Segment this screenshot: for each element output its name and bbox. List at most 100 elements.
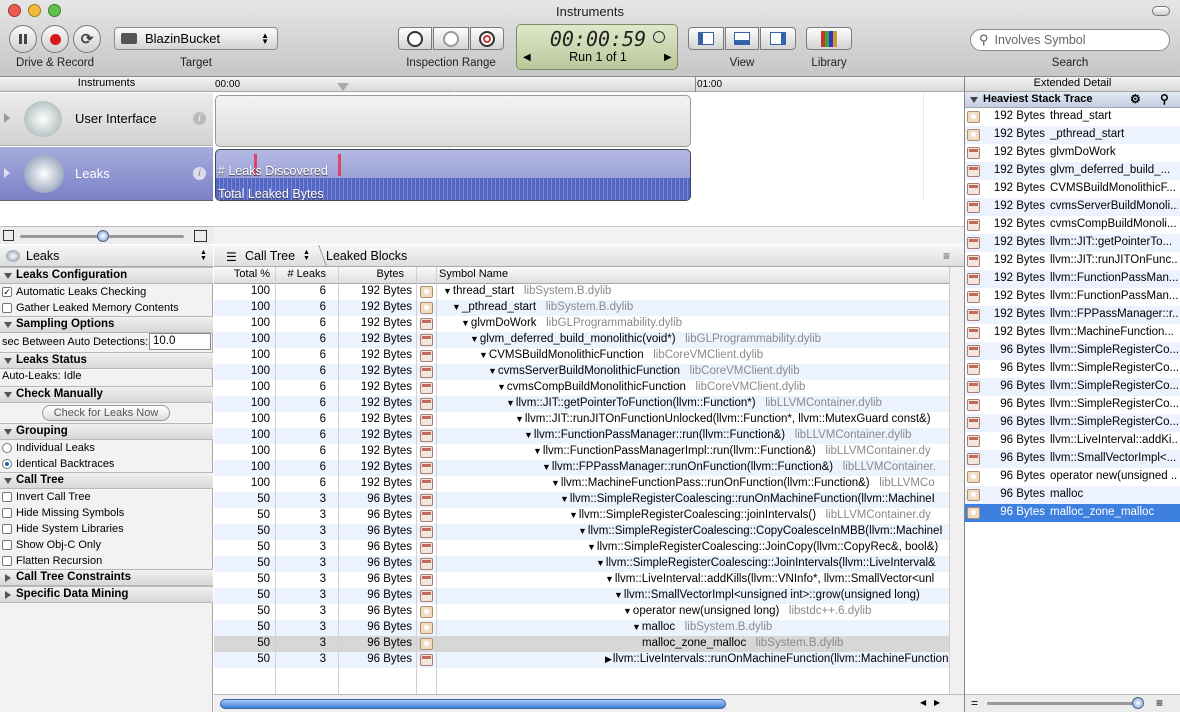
toolbar-toggle-button[interactable] [1152, 6, 1170, 16]
table-row[interactable]: 100 6 192 Bytes ▼glvmDoWork libGLProgrammab… [214, 316, 949, 332]
disclosure-arrow-icon[interactable]: ▼ [452, 302, 461, 312]
stack-frame-row[interactable]: 192 Bytes cvmsCompBuildMonoli... [965, 216, 1180, 234]
library-button[interactable] [806, 27, 852, 50]
table-row[interactable]: 100 6 192 Bytes ▼llvm::JIT::getPointerToFun… [214, 396, 949, 412]
inspection-clear-button[interactable] [433, 27, 469, 50]
section-leaks-configuration[interactable]: Leaks Configuration [0, 267, 213, 284]
table-row[interactable]: 50 3 96 Bytes ▼operator new(unsigned long) … [214, 604, 949, 620]
table-row[interactable]: 50 3 96 Bytes ▼llvm::SmallVectorImpl<unsign… [214, 588, 949, 604]
disclosure-arrow-icon[interactable]: ▼ [551, 478, 560, 488]
loop-button[interactable]: ⟳ [73, 25, 101, 53]
stack-frame-row[interactable]: 96 Bytes llvm::SimpleRegisterCo... [965, 342, 1180, 360]
section-call-tree[interactable]: Call Tree [0, 472, 213, 489]
table-row[interactable]: 50 3 96 Bytes ▼llvm::LiveInterval::addKills… [214, 572, 949, 588]
target-select[interactable]: BlazinBucket ▲ ▼ [114, 27, 278, 50]
disclosure-arrow-icon[interactable]: ▼ [569, 510, 578, 520]
checkbox[interactable] [2, 303, 12, 313]
stack-frame-row[interactable]: 96 Bytes operator new(unsigned ... [965, 468, 1180, 486]
checkbox[interactable] [2, 508, 12, 518]
stack-frame-row[interactable]: 192 Bytes llvm::FunctionPassMan... [965, 270, 1180, 288]
info-icon[interactable]: i [193, 167, 206, 180]
stack-frame-row[interactable]: 192 Bytes llvm::JIT::getPointerTo... [965, 234, 1180, 252]
table-row[interactable]: 50 3 96 Bytes ▼llvm::SimpleRegisterCoalesci… [214, 508, 949, 524]
disclosure-arrow-icon[interactable]: ▼ [596, 558, 605, 568]
slider-knob[interactable] [97, 230, 109, 242]
stack-frame-row[interactable]: 96 Bytes llvm::SimpleRegisterCo... [965, 360, 1180, 378]
disclosure-arrow-icon[interactable]: ▼ [560, 494, 569, 504]
table-row[interactable]: 50 3 96 Bytes malloc_zone_malloc libSystem.… [214, 636, 949, 652]
large-track-icon[interactable] [194, 230, 207, 242]
disclosure-arrow-icon[interactable]: ▼ [578, 526, 587, 536]
stack-frame-row[interactable]: 96 Bytes llvm::SmallVectorImpl<... [965, 450, 1180, 468]
disclosure-arrow-icon[interactable]: ▼ [515, 414, 524, 424]
scroll-thumb[interactable] [220, 699, 726, 709]
option-gather-contents[interactable]: Gather Leaked Memory Contents [2, 300, 213, 316]
instrument-row-user-interface[interactable]: User Interface i [0, 93, 213, 146]
scroll-right-icon[interactable]: ▶ [934, 698, 940, 707]
scroll-left-icon[interactable]: ◀ [920, 698, 926, 707]
disclosure-icon[interactable] [4, 113, 10, 123]
lines-icon[interactable]: = [971, 696, 978, 710]
menu-lines-icon[interactable]: ≡ [943, 249, 950, 263]
track-leaks[interactable]: # Leaks Discovered Total Leaked Bytes [215, 149, 691, 201]
stack-frame-row[interactable]: 96 Bytes llvm::SimpleRegisterCo... [965, 378, 1180, 396]
stack-frame-row[interactable]: 192 Bytes glvm_deferred_build_... [965, 162, 1180, 180]
disclosure-arrow-icon[interactable]: ▼ [470, 334, 479, 344]
table-row[interactable]: 100 6 192 Bytes ▼llvm::FPPassManager::runOn… [214, 460, 949, 476]
option-hide-missing-symbols[interactable]: Hide Missing Symbols [2, 505, 213, 521]
disclosure-arrow-icon[interactable]: ▼ [632, 622, 641, 632]
checkbox[interactable] [2, 524, 12, 534]
stack-frame-row[interactable]: 96 Bytes llvm::SimpleRegisterCo... [965, 414, 1180, 432]
disclosure-arrow-icon[interactable]: ▶ [605, 654, 612, 664]
disclosure-icon[interactable] [970, 97, 978, 103]
playhead-icon[interactable] [337, 83, 349, 91]
disclosure-arrow-icon[interactable]: ▼ [605, 574, 614, 584]
disclosure-arrow-icon[interactable]: ▼ [461, 318, 470, 328]
disclosure-arrow-icon[interactable]: ▼ [524, 430, 533, 440]
disclosure-arrow-icon[interactable]: ▼ [623, 606, 632, 616]
instrument-row-leaks[interactable]: Leaks i [0, 147, 213, 201]
table-row[interactable]: 50 3 96 Bytes ▶llvm::LiveIntervals::runOnMa… [214, 652, 949, 668]
disclosure-icon[interactable] [4, 168, 10, 178]
table-row[interactable]: 100 6 192 Bytes ▼thread_start libSystem.B.d… [214, 284, 949, 300]
disclosure-arrow-icon[interactable]: ▼ [443, 286, 452, 296]
table-row[interactable]: 100 6 192 Bytes ▼llvm::FunctionPassManagerI… [214, 444, 949, 460]
option-invert-call-tree[interactable]: Invert Call Tree [2, 489, 213, 505]
stack-frame-row[interactable]: 192 Bytes glvmDoWork [965, 144, 1180, 162]
lines-icon[interactable]: ≡ [1156, 696, 1163, 710]
stack-frame-row[interactable]: 192 Bytes llvm::FPPassManager::r... [965, 306, 1180, 324]
option-flatten-recursion[interactable]: Flatten Recursion [2, 553, 213, 569]
vertical-scrollbar[interactable] [949, 267, 965, 694]
column-total[interactable]: Total % [214, 268, 270, 280]
record-button[interactable] [41, 25, 69, 53]
disclosure-arrow-icon[interactable]: ▼ [542, 462, 551, 472]
option-automatic-leaks[interactable]: ✓ Automatic Leaks Checking [2, 284, 213, 300]
view-extended-button[interactable] [760, 27, 796, 50]
table-row[interactable]: 50 3 96 Bytes ▼llvm::SimpleRegisterCoalesci… [214, 540, 949, 556]
table-row[interactable]: 50 3 96 Bytes ▼llvm::SimpleRegisterCoalesci… [214, 524, 949, 540]
option-individual-leaks[interactable]: Individual Leaks [2, 440, 213, 456]
section-check-manually[interactable]: Check Manually [0, 386, 213, 403]
disclosure-arrow-icon[interactable]: ▼ [488, 366, 497, 376]
stack-frame-row[interactable]: 96 Bytes llvm::LiveInterval::addKi... [965, 432, 1180, 450]
stack-frame-row[interactable]: 192 Bytes llvm::JIT::runJITOnFunc... [965, 252, 1180, 270]
stack-frame-row[interactable]: 96 Bytes malloc_zone_malloc [965, 504, 1180, 522]
radio[interactable] [2, 443, 12, 453]
detail-view-select[interactable]: Call Tree [245, 249, 295, 263]
option-identical-backtraces[interactable]: Identical Backtraces [2, 456, 213, 472]
breadcrumb-leaked-blocks[interactable]: Leaked Blocks [326, 249, 407, 263]
instrument-select[interactable]: Leaks ▲ ▼ [0, 245, 213, 267]
column-bytes[interactable]: Bytes [338, 268, 404, 280]
horizontal-scrollbar[interactable]: ◀ ▶ [214, 694, 965, 712]
disclosure-arrow-icon[interactable]: ▼ [533, 446, 542, 456]
view-detail-button[interactable] [725, 27, 759, 50]
stack-frame-row[interactable]: 192 Bytes llvm::FunctionPassMan... [965, 288, 1180, 306]
zoom-slider[interactable] [987, 702, 1137, 705]
checkbox[interactable] [2, 492, 12, 502]
slider-knob[interactable] [1132, 697, 1144, 709]
section-grouping[interactable]: Grouping [0, 423, 213, 440]
checkbox[interactable] [2, 556, 12, 566]
section-specific-data-mining[interactable]: Specific Data Mining [0, 586, 213, 603]
column-leaks[interactable]: # Leaks [274, 268, 326, 280]
table-row[interactable]: 50 3 96 Bytes ▼llvm::SimpleRegisterCoalesci… [214, 492, 949, 508]
